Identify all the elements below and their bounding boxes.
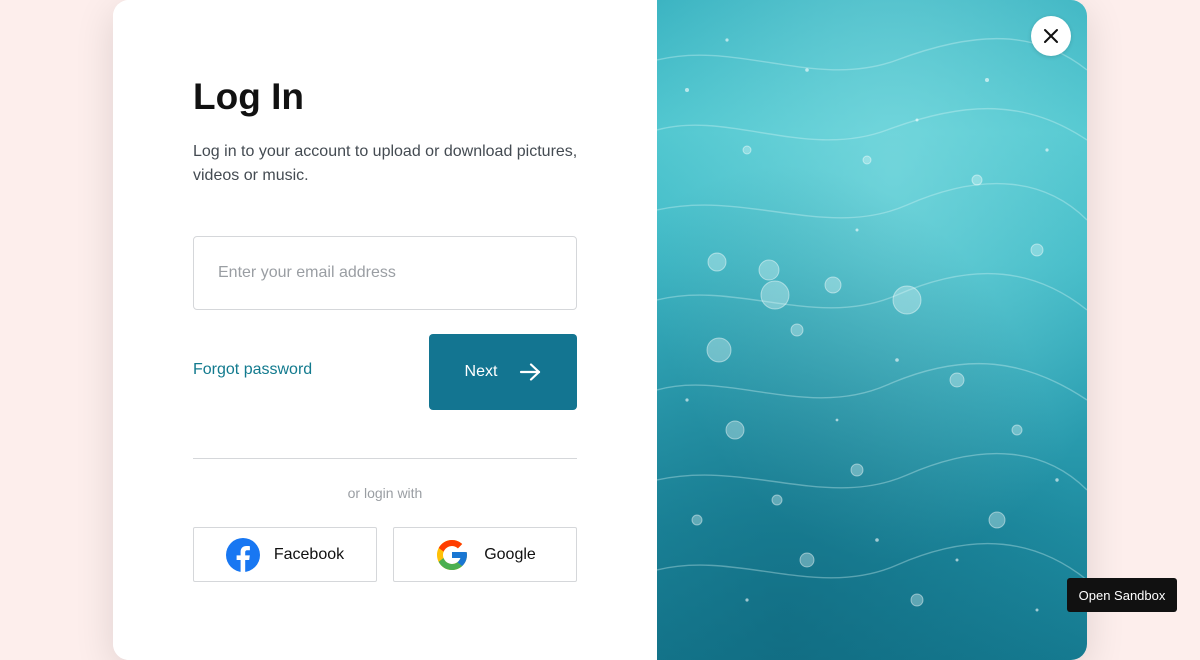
google-icon xyxy=(437,539,468,570)
google-login-button[interactable]: Google xyxy=(393,527,577,582)
login-modal: Log In Log in to your account to upload … xyxy=(113,0,1087,660)
google-label: Google xyxy=(484,545,536,563)
open-sandbox-button[interactable]: Open Sandbox xyxy=(1067,578,1177,612)
facebook-label: Facebook xyxy=(273,545,345,563)
next-button[interactable]: Next xyxy=(429,334,577,410)
next-button-label: Next xyxy=(464,363,498,380)
water-texture xyxy=(657,0,1087,660)
arrow-right-icon xyxy=(520,363,541,381)
login-form-panel: Log In Log in to your account to upload … xyxy=(113,0,657,660)
page-subtitle: Log in to your account to upload or down… xyxy=(193,143,578,184)
email-input[interactable] xyxy=(193,236,577,310)
facebook-login-button[interactable]: Facebook xyxy=(193,527,377,582)
divider xyxy=(193,458,577,459)
facebook-icon xyxy=(225,537,260,572)
or-login-with-text: or login with xyxy=(347,485,423,501)
close-icon xyxy=(1044,29,1058,43)
close-button[interactable] xyxy=(1031,16,1071,56)
water-photo xyxy=(657,0,1087,660)
page-title: Log In xyxy=(193,76,304,117)
forgot-password-link[interactable]: Forgot password xyxy=(193,361,312,379)
